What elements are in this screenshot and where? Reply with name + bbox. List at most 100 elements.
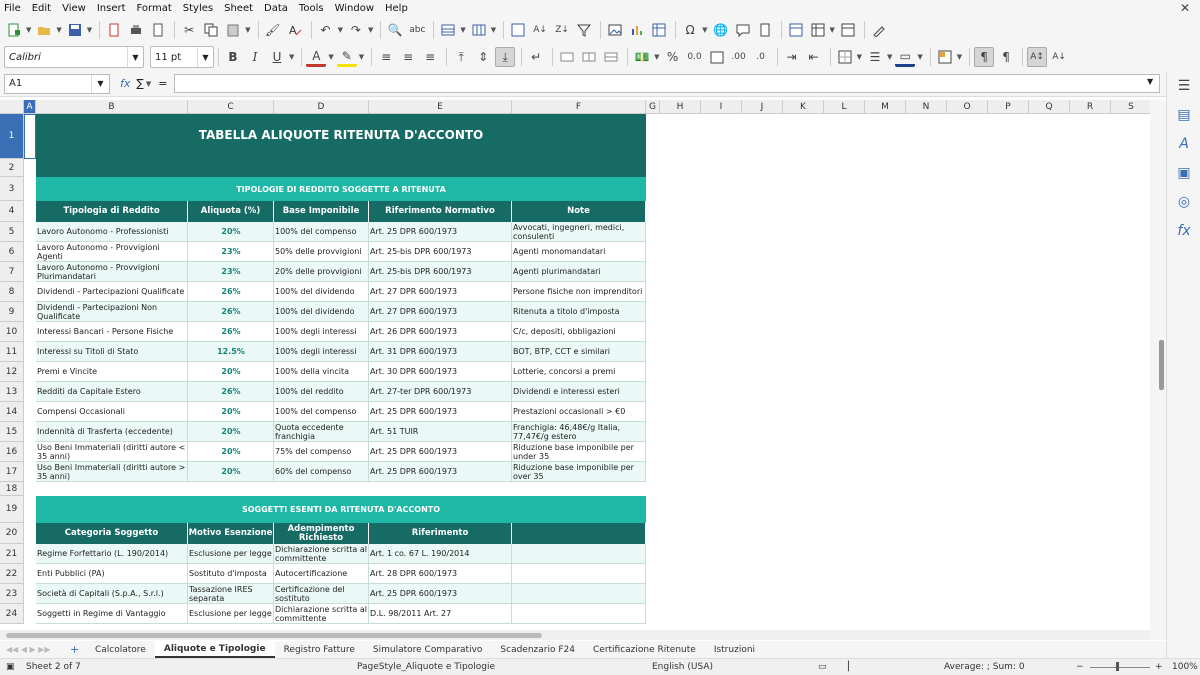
row-header-16[interactable]: 16 <box>0 442 24 462</box>
row-header-2[interactable]: 2 <box>0 159 24 177</box>
text-orientation-icon[interactable]: A↕ <box>1027 47 1048 67</box>
merge-center-icon[interactable] <box>557 47 577 67</box>
increase-indent-icon[interactable]: ⇥ <box>782 47 802 67</box>
language[interactable]: English (USA) <box>652 662 713 672</box>
column-header-g[interactable]: G <box>646 100 660 114</box>
print-icon[interactable] <box>126 20 146 40</box>
font-size-box[interactable]: 11 pt ▼ <box>150 46 214 68</box>
highlight-color-icon[interactable]: ✎ <box>336 47 357 67</box>
row-header-20[interactable]: 20 <box>0 523 24 544</box>
column-header-l[interactable]: L <box>824 100 865 114</box>
row-header-17[interactable]: 17 <box>0 462 24 482</box>
border-color-icon[interactable]: ▭ <box>895 47 916 67</box>
formula-icon[interactable]: = <box>158 77 167 90</box>
expand-formula-icon[interactable]: ▼ <box>1147 77 1153 86</box>
vertical-scrollbar[interactable] <box>1150 100 1166 640</box>
column-header-m[interactable]: M <box>865 100 906 114</box>
chevron-down-icon[interactable]: ▼ <box>245 26 250 34</box>
row-icon[interactable] <box>438 20 458 40</box>
zoom-in-icon[interactable]: + <box>1155 662 1163 672</box>
bold-icon[interactable]: B <box>223 47 243 67</box>
chevron-down-icon[interactable]: ▼ <box>491 26 496 34</box>
row-header-7[interactable]: 7 <box>0 262 24 282</box>
hyperlink-icon[interactable]: 🌐 <box>711 20 731 40</box>
chevron-down-icon[interactable]: ▼ <box>957 53 962 61</box>
menu-item-tools[interactable]: Tools <box>299 3 324 14</box>
menu-item-help[interactable]: Help <box>385 3 408 14</box>
chevron-down-icon[interactable]: ▼ <box>328 53 333 61</box>
gallery-icon[interactable]: ▣ <box>1167 158 1200 187</box>
clone-formatting-icon[interactable]: 🖌 <box>263 20 283 40</box>
row-header-23[interactable]: 23 <box>0 584 24 604</box>
image-icon[interactable] <box>605 20 625 40</box>
tab-sheet-5[interactable]: Certificazione Ritenute <box>584 641 705 658</box>
column-header-h[interactable]: H <box>660 100 701 114</box>
copy-icon[interactable] <box>201 20 221 40</box>
chevron-down-icon[interactable]: ▼ <box>460 26 465 34</box>
tab-sheet-4[interactable]: Scadenzario F24 <box>491 641 584 658</box>
column-header-k[interactable]: K <box>783 100 824 114</box>
menu-item-styles[interactable]: Styles <box>183 3 213 14</box>
sort-ascending-icon[interactable]: A↓ <box>530 20 550 40</box>
row-header-8[interactable]: 8 <box>0 282 24 302</box>
tab-sheet-3[interactable]: Simulatore Comparativo <box>364 641 492 658</box>
scrollbar-thumb[interactable] <box>6 633 542 638</box>
chevron-down-icon[interactable]: ▼ <box>127 47 143 67</box>
cut-icon[interactable]: ✂ <box>179 20 199 40</box>
date-format-icon[interactable] <box>707 47 727 67</box>
chevron-down-icon[interactable]: ▼ <box>368 26 373 34</box>
row-header-5[interactable]: 5 <box>0 222 24 242</box>
column-header-n[interactable]: N <box>906 100 947 114</box>
font-name-box[interactable]: Calibri ▼ <box>4 46 144 68</box>
spelling-icon[interactable]: abc <box>407 20 427 40</box>
chevron-down-icon[interactable]: ▼ <box>91 74 109 93</box>
chevron-down-icon[interactable]: ▼ <box>857 53 862 61</box>
menu-item-file[interactable]: File <box>4 3 21 14</box>
draw-functions-icon[interactable] <box>869 20 889 40</box>
chevron-down-icon[interactable]: ▼ <box>26 26 31 34</box>
column-header-c[interactable]: C <box>188 100 274 114</box>
chevron-down-icon[interactable]: ▼ <box>654 53 659 61</box>
comment-icon[interactable] <box>733 20 753 40</box>
chevron-down-icon[interactable]: ▼ <box>917 53 922 61</box>
row-header-14[interactable]: 14 <box>0 402 24 422</box>
styles-icon[interactable]: A <box>1167 129 1200 158</box>
menu-item-view[interactable]: View <box>62 3 86 14</box>
borders-icon[interactable] <box>835 47 855 67</box>
define-print-area-icon[interactable] <box>786 20 806 40</box>
row-header-13[interactable]: 13 <box>0 382 24 402</box>
selection-mode-icon[interactable]: ▭ <box>818 662 827 672</box>
redo-icon[interactable]: ↷ <box>346 20 366 40</box>
align-center-icon[interactable]: ≡ <box>398 47 418 67</box>
number-format-icon[interactable]: 0.0 <box>685 47 705 67</box>
save-icon[interactable] <box>65 20 85 40</box>
row-header-11[interactable]: 11 <box>0 342 24 362</box>
row-header-18[interactable]: 18 <box>0 482 24 496</box>
menu-item-data[interactable]: Data <box>264 3 288 14</box>
tab-sheet-1[interactable]: Aliquote e Tipologie <box>154 641 275 658</box>
row-header-21[interactable]: 21 <box>0 544 24 564</box>
currency-format-icon[interactable]: 💵 <box>632 47 652 67</box>
header-footer-icon[interactable] <box>755 20 775 40</box>
name-box[interactable]: A1 ▼ <box>4 73 110 94</box>
row-header-3[interactable]: 3 <box>0 177 24 201</box>
text-direction-rtl-icon[interactable]: ¶ <box>996 47 1016 67</box>
chevron-down-icon[interactable]: ▼ <box>702 26 707 34</box>
column-header-q[interactable]: Q <box>1029 100 1070 114</box>
column-header-r[interactable]: R <box>1070 100 1111 114</box>
border-style-icon[interactable]: ☰ <box>865 47 885 67</box>
scrollbar-thumb[interactable] <box>1159 340 1164 390</box>
chevron-down-icon[interactable]: ▼ <box>87 26 92 34</box>
column-header-f[interactable]: F <box>512 100 646 114</box>
menu-item-edit[interactable]: Edit <box>32 3 51 14</box>
chevron-down-icon[interactable]: ▼ <box>56 26 61 34</box>
open-folder-icon[interactable] <box>34 20 54 40</box>
sort-descending-icon[interactable]: Z↓ <box>552 20 572 40</box>
row-header-12[interactable]: 12 <box>0 362 24 382</box>
column-header-i[interactable]: I <box>701 100 742 114</box>
chevron-down-icon[interactable]: ▼ <box>338 26 343 34</box>
menu-item-format[interactable]: Format <box>137 3 172 14</box>
row-header-6[interactable]: 6 <box>0 242 24 262</box>
tab-sheet-6[interactable]: Istruzioni <box>705 641 764 658</box>
split-window-icon[interactable] <box>838 20 858 40</box>
